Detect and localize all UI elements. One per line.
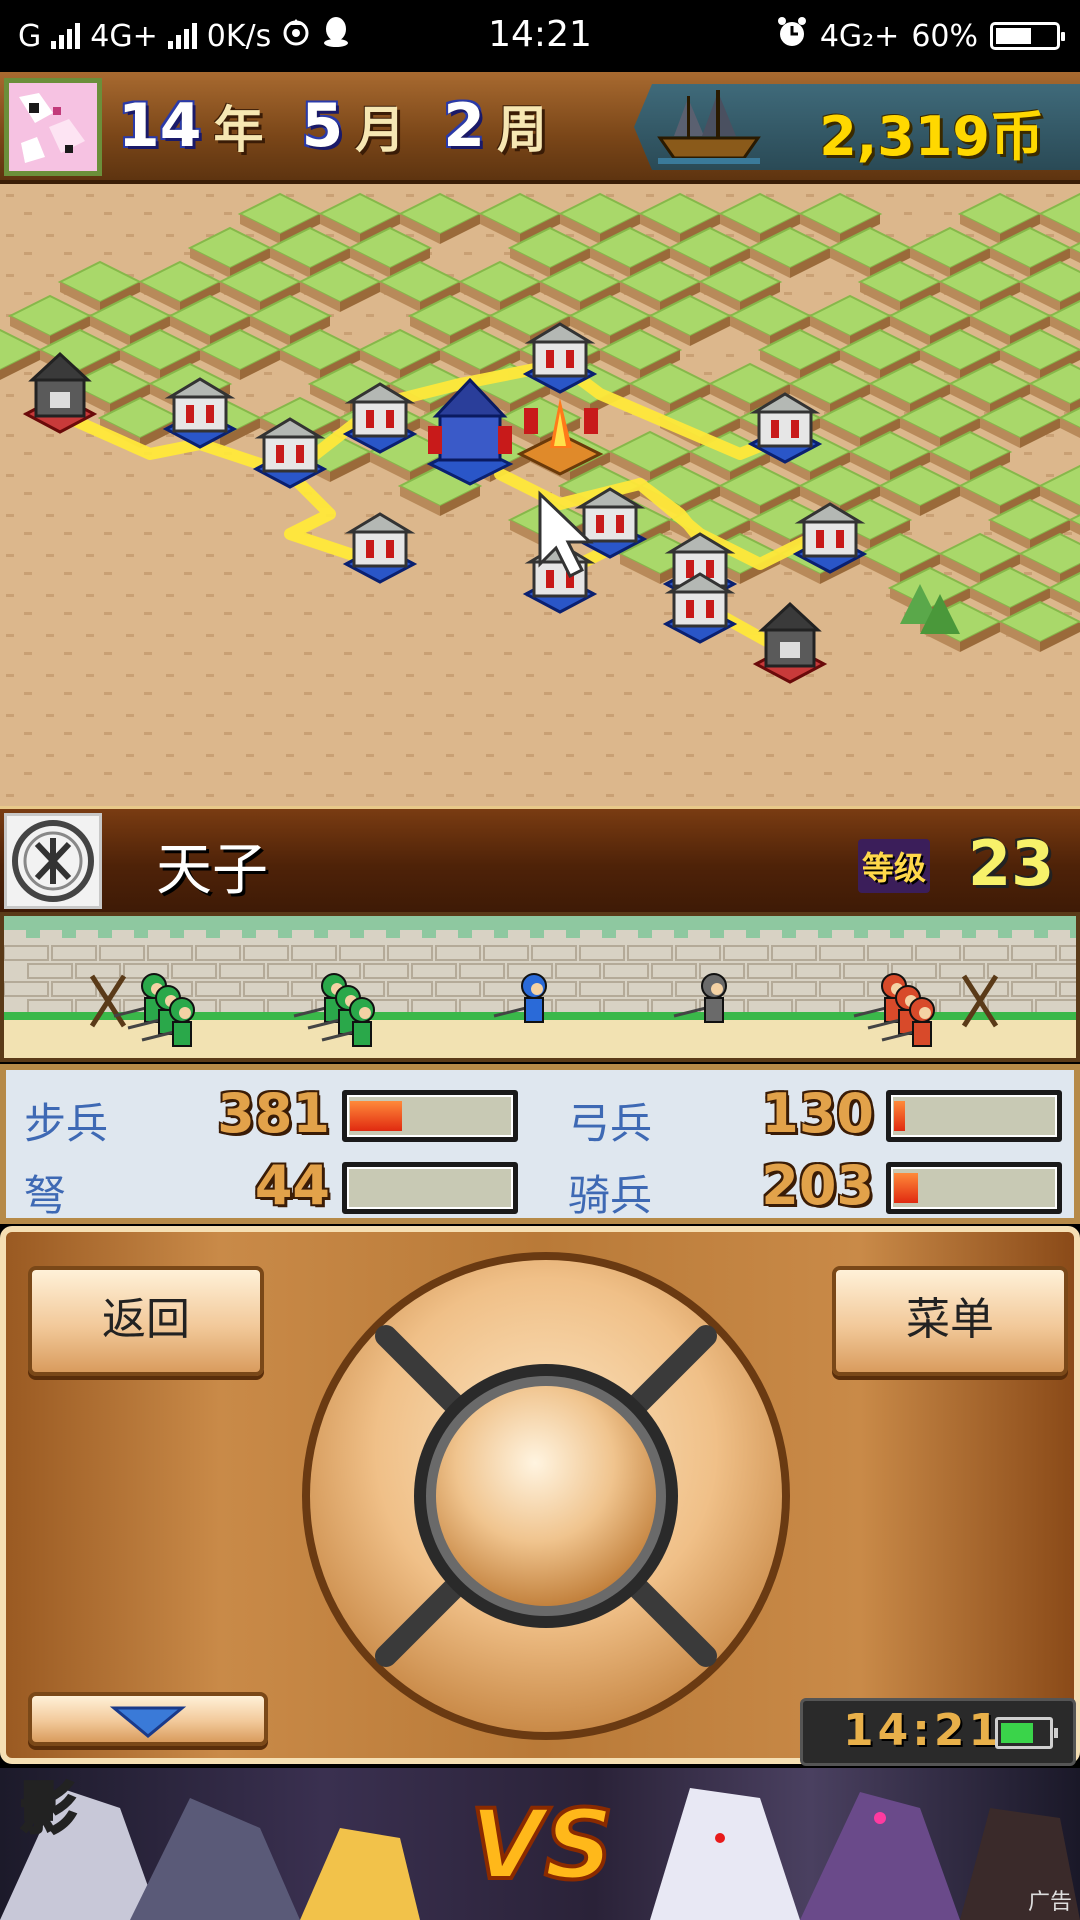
troop-archer: 弓兵 130: [568, 1082, 1068, 1148]
status-bar: G 4G+ 0K/s 14:21 4G₂+ 60%: [0, 0, 1080, 72]
troop-stats-panel: 步兵 381 弓兵 130 弩 44 骑兵 203: [0, 1064, 1080, 1224]
battery-percent: 60%: [911, 18, 978, 54]
back-button[interactable]: 返回: [28, 1266, 264, 1376]
device-clock: 14:21: [800, 1698, 1076, 1766]
month-unit: 月: [355, 101, 406, 159]
troop-count: 203: [761, 1154, 874, 1217]
ad-banner[interactable]: VS 影 广告: [0, 1768, 1080, 1920]
alarm-icon: [776, 16, 808, 56]
money-value: 2,319币: [819, 105, 1044, 168]
svg-text:影: 影: [20, 1777, 76, 1842]
menu-button[interactable]: 菜单: [832, 1266, 1068, 1376]
troop-cavalry: 骑兵 203: [568, 1154, 1068, 1220]
troop-count: 44: [254, 1154, 330, 1217]
game-top-bar: 14 年 5 月 2 周 2,319币: [0, 72, 1080, 184]
year-unit: 年: [213, 101, 264, 159]
unit-emblem-icon: [4, 813, 102, 909]
network2-label: 4G₂+: [819, 18, 900, 54]
scroll-down-button[interactable]: [28, 1692, 268, 1746]
troop-bar: [342, 1162, 518, 1214]
month-value: 5: [301, 91, 344, 161]
battle-scene: [0, 912, 1080, 1062]
battery-icon: [990, 22, 1065, 50]
week-unit: 周: [497, 101, 547, 159]
dpad-center-button[interactable]: [436, 1386, 656, 1606]
unit-name: 天子: [156, 838, 268, 903]
level-value: 23: [968, 827, 1055, 900]
money-panel: 2,319币: [634, 84, 1080, 170]
player-portrait[interactable]: [4, 78, 102, 176]
chevron-down-icon: [109, 1706, 187, 1738]
troop-bar: [886, 1090, 1062, 1142]
unit-header: 天子 等级 23: [0, 806, 1080, 917]
svg-text:VS: VS: [470, 1789, 613, 1901]
troop-bar: [342, 1090, 518, 1142]
control-panel: 返回 菜单 14:21: [0, 1226, 1080, 1766]
troop-infantry: 步兵 381: [24, 1082, 524, 1148]
troop-crossbow: 弩 44: [24, 1154, 524, 1220]
game-date: 14 年 5 月 2 周: [118, 88, 573, 164]
week-value: 2: [443, 91, 485, 161]
troop-bar: [886, 1162, 1062, 1214]
troop-count: 381: [217, 1082, 330, 1145]
troop-name: 步兵: [24, 1099, 109, 1148]
ship-icon: [654, 88, 764, 170]
year-value: 14: [118, 91, 202, 161]
level-label: 等级: [858, 839, 931, 893]
battery-icon: [995, 1717, 1058, 1749]
dpad[interactable]: [296, 1246, 796, 1750]
world-map[interactable]: [0, 184, 1080, 806]
troop-count: 130: [761, 1082, 874, 1145]
troop-name: 弓兵: [568, 1099, 653, 1148]
troop-name: 骑兵: [568, 1171, 653, 1220]
troop-name: 弩: [24, 1171, 67, 1220]
ad-artwork: VS 影: [0, 1776, 1080, 1920]
ad-label: 广告: [1027, 1890, 1072, 1915]
clock-value: 14:21: [843, 1705, 1004, 1756]
